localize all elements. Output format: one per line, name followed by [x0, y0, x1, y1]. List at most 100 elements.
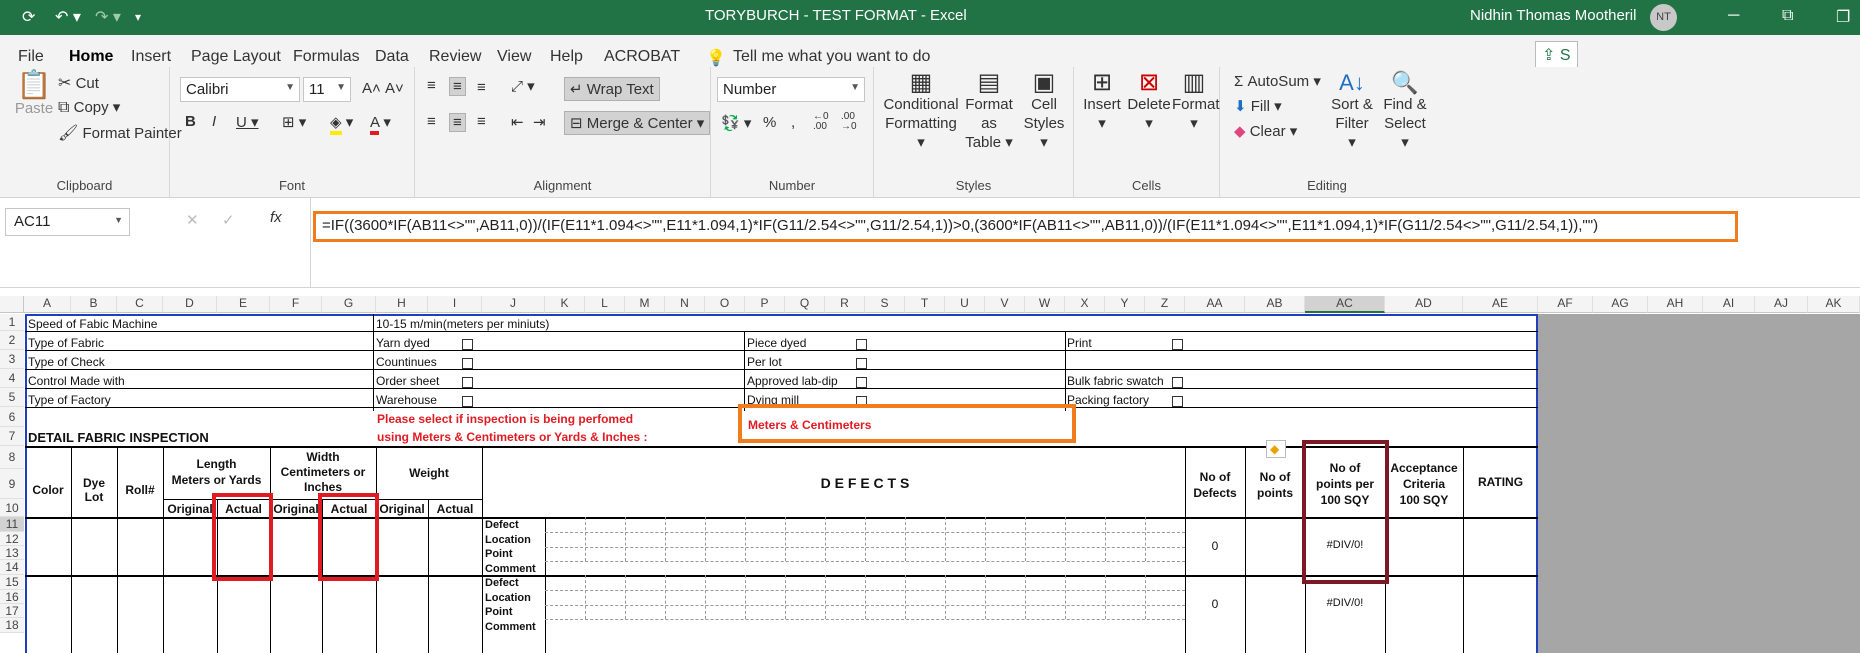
cell-A1[interactable]: Speed of Fabic Machine	[28, 317, 157, 331]
width-original[interactable]: Original	[270, 502, 322, 516]
inspection-note-line2[interactable]: using Meters & Centimeters or Yards & In…	[377, 430, 648, 444]
row-header[interactable]: 10	[0, 499, 24, 517]
autosum-button[interactable]: Σ AutoSum ▾	[1234, 72, 1321, 90]
window-restore-icon[interactable]: ❐	[1836, 7, 1850, 27]
decrease-decimal-icon[interactable]: .00 →0	[841, 112, 857, 132]
cell-P2[interactable]: Piece dyed	[747, 336, 806, 350]
units-dropdown-cell[interactable]: Meters & Centimeters	[748, 418, 871, 432]
no-of-points-header[interactable]: No of points	[1245, 469, 1305, 501]
shrink-font-icon[interactable]: A˅	[385, 80, 404, 97]
copy-button[interactable]: ⧉ Copy ▾	[58, 98, 120, 117]
underline-button[interactable]: U ▾	[236, 113, 259, 131]
autosave-icon[interactable]: ⟳	[22, 7, 35, 27]
length-header[interactable]: Length Meters or Yards	[163, 456, 270, 488]
column-header[interactable]: AE	[1463, 296, 1538, 313]
align-center-icon[interactable]: ≡	[449, 113, 466, 132]
tell-me-search[interactable]: Tell me what you want to do	[733, 48, 930, 66]
find-select-button[interactable]: 🔍 Find & Select ▾	[1380, 72, 1430, 152]
tab-page-layout[interactable]: Page Layout	[191, 48, 281, 66]
column-header[interactable]: J	[482, 296, 545, 313]
points-per-100-value[interactable]: #DIV/0!	[1305, 597, 1385, 609]
checkbox-warehouse[interactable]	[462, 396, 473, 407]
checkbox-packing-factory[interactable]	[1172, 396, 1183, 407]
column-header[interactable]: L	[585, 296, 625, 313]
checkbox-print[interactable]	[1172, 339, 1183, 350]
cell-A5[interactable]: Type of Factory	[28, 393, 111, 407]
acceptance-criteria-header[interactable]: Acceptance Criteria 100 SQY	[1385, 460, 1463, 508]
column-header[interactable]: U	[945, 296, 985, 313]
dye-lot-header[interactable]: Dye Lot	[71, 476, 117, 504]
tab-view[interactable]: View	[497, 48, 531, 66]
row-label-defect[interactable]: Defect	[485, 519, 519, 531]
column-header[interactable]: S	[865, 296, 905, 313]
formula-input[interactable]: =IF((3600*IF(AB11<>"",AB11,0))/(IF(E11*1…	[313, 211, 1738, 242]
column-header[interactable]: W	[1025, 296, 1065, 313]
no-of-defects-header[interactable]: No of Defects	[1185, 469, 1245, 501]
font-size-select[interactable]: 11 ▼	[303, 77, 351, 102]
column-header[interactable]: O	[705, 296, 745, 313]
column-header[interactable]: H	[376, 296, 428, 313]
cell-A2[interactable]: Type of Fabric	[28, 336, 104, 350]
borders-icon[interactable]: ⊞ ▾	[282, 113, 306, 131]
column-header[interactable]: X	[1065, 296, 1105, 313]
column-header[interactable]: AJ	[1755, 296, 1808, 313]
column-header[interactable]: T	[905, 296, 945, 313]
accounting-format-icon[interactable]: 💱 ▾	[721, 114, 751, 132]
column-header[interactable]: AC	[1305, 296, 1385, 313]
row-header[interactable]: 8	[0, 446, 24, 469]
cell-H4[interactable]: Order sheet	[376, 374, 439, 388]
align-left-icon[interactable]: ≡	[427, 113, 436, 130]
column-header[interactable]: AD	[1385, 296, 1463, 313]
insert-cells-button[interactable]: ⊞ Insert ▾	[1080, 71, 1124, 133]
column-header[interactable]: Q	[785, 296, 825, 313]
align-bottom-icon[interactable]: ≡	[477, 79, 486, 96]
restore-icon[interactable]: ⧉	[1782, 7, 1793, 25]
row-header[interactable]: 14	[0, 560, 24, 575]
align-top-icon[interactable]: ≡	[427, 77, 436, 94]
conditional-formatting-button[interactable]: ▦ Conditional Formatting ▾	[880, 71, 962, 152]
column-header[interactable]: B	[71, 296, 117, 313]
error-indicator-button[interactable]: ◆	[1266, 440, 1286, 458]
row-label-comment[interactable]: Comment	[485, 621, 536, 633]
tab-insert[interactable]: Insert	[131, 48, 171, 66]
row-header[interactable]: 11	[0, 517, 24, 532]
column-header[interactable]: N	[665, 296, 705, 313]
align-right-icon[interactable]: ≡	[477, 113, 486, 130]
column-header[interactable]: A	[24, 296, 71, 313]
column-header[interactable]: AK	[1808, 296, 1860, 313]
column-header[interactable]: P	[745, 296, 785, 313]
column-header[interactable]: AA	[1185, 296, 1245, 313]
no-of-defects-value[interactable]: 0	[1185, 539, 1245, 553]
avatar[interactable]: NT	[1650, 4, 1677, 31]
row-header[interactable]: 2	[0, 331, 24, 350]
number-format-select[interactable]: Number ▼	[717, 77, 865, 102]
checkbox-order-sheet[interactable]	[462, 377, 473, 388]
row-header[interactable]: 3	[0, 350, 24, 369]
column-header[interactable]: E	[217, 296, 270, 313]
wrap-text-button[interactable]: ↵ Wrap Text	[564, 77, 660, 101]
orientation-icon[interactable]: ⤢ ▾	[511, 77, 535, 95]
weight-original[interactable]: Original	[376, 502, 428, 516]
column-header[interactable]: C	[117, 296, 163, 313]
inspection-note-line1[interactable]: Please select if inspection is being per…	[377, 412, 633, 426]
row-label-point[interactable]: Point	[485, 548, 513, 560]
row-header[interactable]: 5	[0, 388, 24, 407]
row-header[interactable]: 6	[0, 407, 24, 427]
column-header[interactable]: G	[322, 296, 376, 313]
cell-styles-button[interactable]: ▣ Cell Styles ▾	[1022, 71, 1066, 152]
checkbox-bulk-fabric-swatch[interactable]	[1172, 377, 1183, 388]
format-as-table-button[interactable]: ▤ Format as Table ▾	[960, 71, 1018, 152]
column-header[interactable]: R	[825, 296, 865, 313]
increase-decimal-icon[interactable]: ←0.00	[813, 112, 829, 132]
enter-formula-icon[interactable]: ✓	[222, 211, 235, 229]
defects-header[interactable]: D E F E C T S	[545, 475, 1185, 491]
row-header[interactable]: 17	[0, 604, 24, 618]
sort-filter-button[interactable]: A↓ Sort & Filter ▾	[1330, 72, 1374, 152]
worksheet[interactable]: A B C D E F G H I J K L M N O P Q R S T U V W X Y Z AA AB AC AD AE AF AG…	[0, 288, 1860, 653]
cell-H2[interactable]: Yarn dyed	[376, 336, 430, 350]
redo-icon[interactable]: ↷ ▾	[95, 7, 121, 27]
row-header[interactable]: 13	[0, 546, 24, 560]
comma-style-icon[interactable]: ,	[791, 114, 795, 131]
width-header[interactable]: Width Centimeters or Inches	[270, 450, 376, 495]
cell-H3[interactable]: Countinues	[376, 355, 437, 369]
